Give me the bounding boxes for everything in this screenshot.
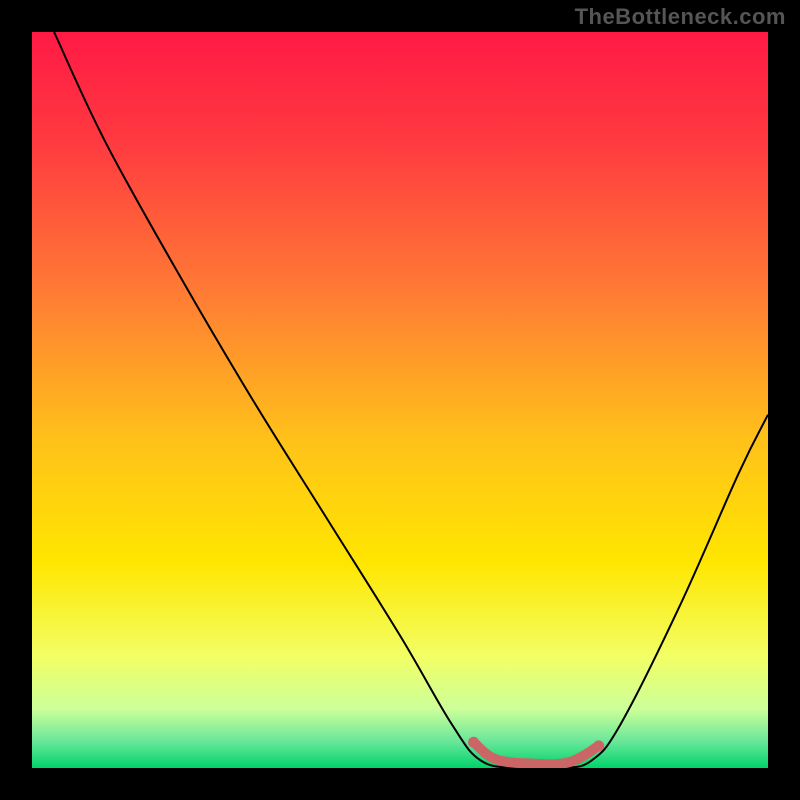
- chart-svg: [32, 32, 768, 768]
- watermark-text: TheBottleneck.com: [575, 4, 786, 30]
- chart-gradient-background: [32, 32, 768, 768]
- chart-plot-area: [32, 32, 768, 768]
